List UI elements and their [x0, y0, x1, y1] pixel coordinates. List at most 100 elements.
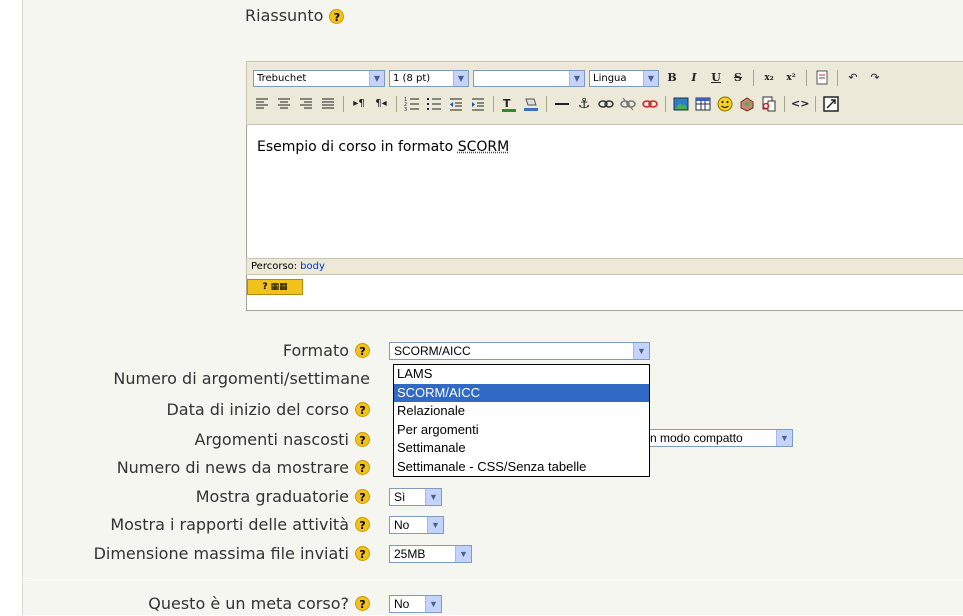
help-icon[interactable]: ?	[355, 596, 370, 611]
show-reports-label: Mostra i rapporti delle attività?	[110, 515, 370, 534]
max-upload-select[interactable]: 25MB ▼	[389, 545, 472, 563]
hidden-sections-select[interactable]: n modo compatto ▼	[650, 429, 793, 447]
help-icon[interactable]: ?	[355, 489, 370, 504]
toolbar-separator	[815, 96, 816, 112]
chevron-down-icon: ▼	[776, 430, 792, 446]
format-option[interactable]: Settimanale - CSS/Senza tabelle	[394, 458, 649, 477]
show-grades-select[interactable]: Sì ▼	[389, 488, 442, 506]
style-select[interactable]: ▼	[473, 69, 585, 87]
toolbar-separator	[546, 96, 547, 112]
language-value: Lingua	[593, 72, 627, 84]
special-char-icon[interactable]	[738, 95, 756, 113]
summary-heading: Riassunto?	[245, 6, 345, 25]
nolink-icon[interactable]	[641, 95, 659, 113]
hidden-sections-value: n modo compatto	[650, 431, 743, 445]
format-option[interactable]: LAMS	[394, 365, 649, 384]
rtl-icon[interactable]: ¶◂	[372, 95, 390, 113]
language-select[interactable]: Lingua ▼	[589, 69, 659, 87]
unlink-icon[interactable]	[619, 95, 637, 113]
redo-icon[interactable]: ↷	[866, 69, 884, 87]
chevron-down-icon: ▼	[569, 70, 584, 86]
help-icon[interactable]: ?	[355, 517, 370, 532]
keyboard-help-icon[interactable]: ? ▦▦	[247, 279, 303, 295]
meta-course-row: Questo è un meta corso?? No ▼	[0, 594, 963, 616]
meta-course-value: No	[394, 597, 410, 611]
outdent-icon[interactable]	[447, 95, 465, 113]
search-replace-icon[interactable]	[760, 95, 778, 113]
underline-icon[interactable]: U	[707, 69, 725, 87]
clean-word-icon[interactable]	[813, 69, 831, 87]
smiley-icon[interactable]	[716, 95, 734, 113]
chevron-down-icon: ▼	[633, 343, 649, 359]
show-reports-select[interactable]: No ▼	[389, 516, 444, 534]
meta-course-select[interactable]: No ▼	[389, 595, 442, 613]
format-option[interactable]: Per argomenti	[394, 421, 649, 440]
toolbar-separator	[753, 70, 754, 86]
align-right-icon[interactable]	[297, 95, 315, 113]
link-icon[interactable]	[597, 95, 615, 113]
chevron-down-icon: ▼	[643, 70, 658, 86]
path-body-link[interactable]: body	[300, 261, 325, 272]
svg-text:3: 3	[404, 107, 407, 113]
chevron-down-icon: ▼	[369, 70, 384, 86]
superscript-icon[interactable]: x²	[782, 69, 800, 87]
format-option[interactable]: Relazionale	[394, 402, 649, 421]
help-icon[interactable]: ?	[355, 460, 370, 475]
format-select[interactable]: SCORM/AICC ▼	[389, 342, 650, 360]
align-center-icon[interactable]	[275, 95, 293, 113]
editor-content-area[interactable]: Esempio di corso in formato SCORM	[246, 125, 963, 311]
undo-icon[interactable]: ↶	[844, 69, 862, 87]
ordered-list-icon[interactable]: 123	[403, 95, 421, 113]
font-family-select[interactable]: Trebuchet ▼	[253, 69, 385, 87]
toolbar-separator	[837, 70, 838, 86]
ltr-icon[interactable]: ▸¶	[350, 95, 368, 113]
news-items-label: Numero di news da mostrare?	[117, 458, 370, 477]
format-option[interactable]: Settimanale	[394, 439, 649, 458]
fullscreen-icon[interactable]	[822, 95, 840, 113]
show-reports-row: Mostra i rapporti delle attività? No ▼	[0, 515, 963, 537]
help-icon[interactable]: ?	[355, 546, 370, 561]
text-color-icon[interactable]: T	[500, 95, 518, 113]
horizontal-rule-icon[interactable]	[553, 95, 571, 113]
italic-icon[interactable]: I	[685, 69, 703, 87]
align-left-icon[interactable]	[253, 95, 271, 113]
subscript-icon[interactable]: x₂	[760, 69, 778, 87]
font-size-value: 1 (8 pt)	[393, 72, 431, 84]
unordered-list-icon[interactable]	[425, 95, 443, 113]
toolbar-separator	[806, 70, 807, 86]
format-row: Formato? SCORM/AICC ▼	[0, 341, 963, 363]
toolbar-separator	[343, 96, 344, 112]
help-icon[interactable]: ?	[355, 343, 370, 358]
toolbar-separator	[784, 96, 785, 112]
format-dropdown-list: LAMS SCORM/AICC Relazionale Per argoment…	[393, 364, 650, 477]
show-reports-value: No	[394, 518, 410, 532]
format-option-selected[interactable]: SCORM/AICC	[394, 383, 649, 402]
insert-image-icon[interactable]	[672, 95, 690, 113]
strikethrough-icon[interactable]: S	[729, 69, 747, 87]
help-icon[interactable]: ?	[355, 432, 370, 447]
show-grades-label: Mostra graduatorie?	[196, 487, 370, 506]
toolbar-row-2: ▸¶ ¶◂ 123 T ⚓ <>	[253, 93, 840, 115]
background-color-icon[interactable]	[522, 95, 540, 113]
summary-heading-label: Riassunto	[245, 6, 324, 25]
chevron-down-icon: ▼	[455, 546, 471, 562]
anchor-icon[interactable]: ⚓	[575, 95, 593, 113]
align-justify-icon[interactable]	[319, 95, 337, 113]
indent-icon[interactable]	[469, 95, 487, 113]
font-size-select[interactable]: 1 (8 pt) ▼	[389, 69, 469, 87]
toolbar-separator	[493, 96, 494, 112]
help-icon[interactable]: ?	[329, 9, 345, 24]
help-icon[interactable]: ?	[355, 402, 370, 417]
bold-icon[interactable]: B	[663, 69, 681, 87]
font-family-value: Trebuchet	[257, 72, 307, 84]
format-select-value: SCORM/AICC	[394, 344, 471, 358]
toolbar-row-1: Trebuchet ▼ 1 (8 pt) ▼ ▼ Lingua ▼ B I U S x…	[253, 67, 884, 89]
editor-misspelled-word: SCORM	[457, 139, 510, 155]
toolbar-separator	[665, 96, 666, 112]
show-grades-row: Mostra graduatorie? Sì ▼	[0, 487, 963, 509]
editor-toolbar: Trebuchet ▼ 1 (8 pt) ▼ ▼ Lingua ▼ B I U S x…	[246, 61, 963, 125]
html-source-icon[interactable]: <>	[791, 95, 809, 113]
chevron-down-icon: ▼	[425, 489, 441, 505]
format-label: Formato?	[283, 341, 370, 360]
insert-table-icon[interactable]	[694, 95, 712, 113]
